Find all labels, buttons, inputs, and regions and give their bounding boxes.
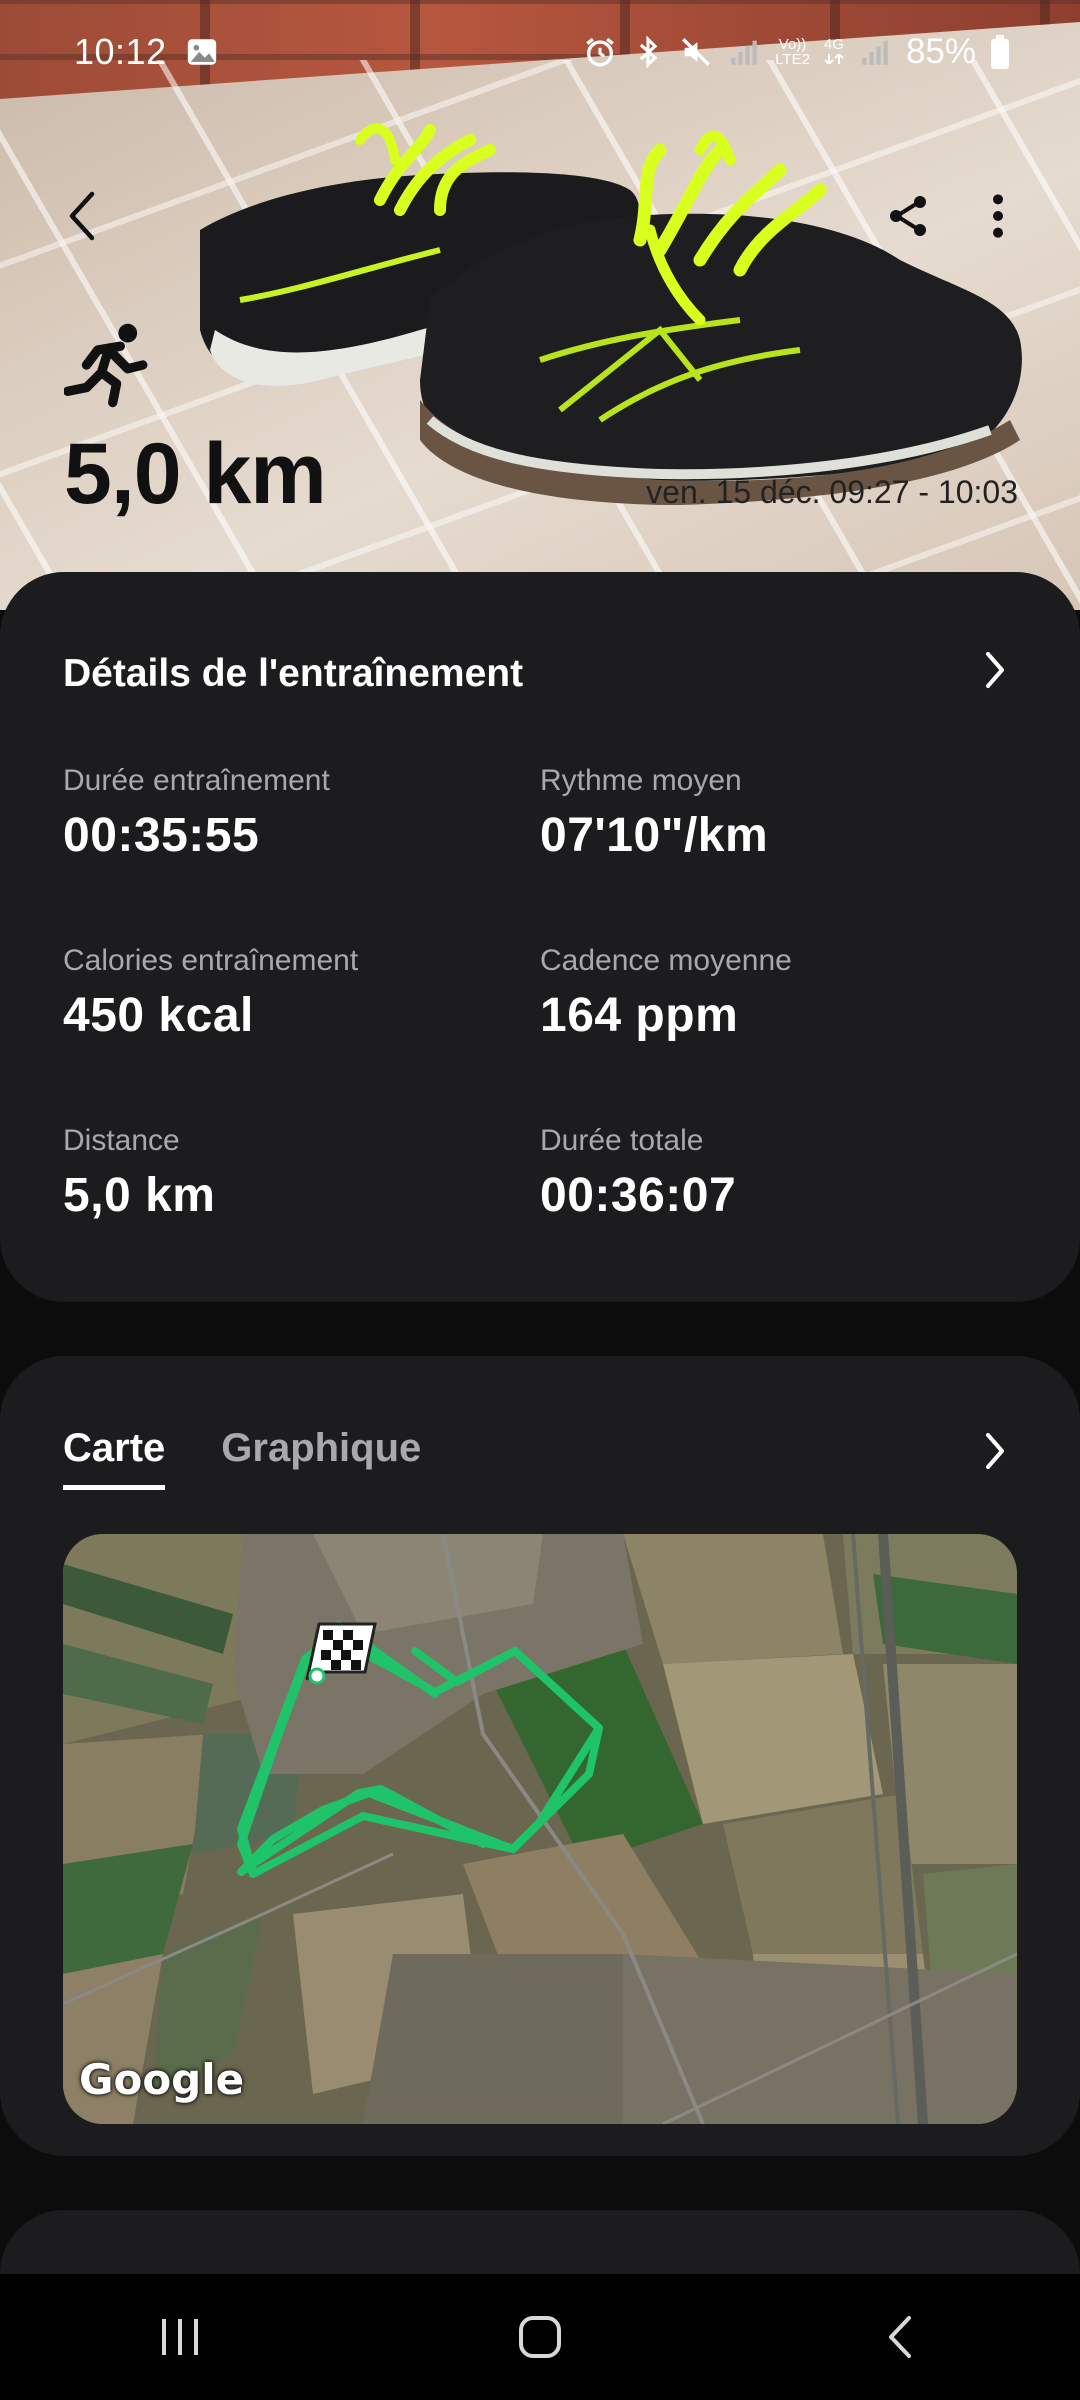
nav-home-icon <box>519 2316 561 2358</box>
stat-label: Distance <box>63 1124 180 1157</box>
nav-home-button[interactable] <box>480 2297 600 2377</box>
stat-value: 5,0 km <box>63 1169 216 1222</box>
chevron-right-icon <box>986 1433 1004 1469</box>
battery-percent: 85% <box>905 32 976 71</box>
stat-value: 00:36:07 <box>540 1169 737 1222</box>
runner-icon <box>64 323 148 408</box>
alarm-icon <box>586 37 614 67</box>
chevron-right-icon <box>986 652 1004 688</box>
system-navigation-bar <box>0 2274 1080 2400</box>
stat-value: 450 kcal <box>63 989 254 1042</box>
bluetooth-icon <box>640 35 658 69</box>
more-vert-icon <box>993 194 1003 238</box>
map-open-button[interactable] <box>970 1426 1020 1476</box>
share-icon <box>890 196 926 236</box>
back-icon <box>69 191 95 241</box>
map-tabs: Carte Graphique <box>63 1426 421 1490</box>
hero-photo: 10:12 Vo)) LTE2 4G 85% 5,0 km ven. 15 dé… <box>0 0 1080 610</box>
map-card: Carte Graphique Google <box>0 1356 1080 2156</box>
signal-icon-2 <box>862 40 888 65</box>
stat-distance: Distance 5,0 km <box>63 1124 523 1223</box>
tab-map[interactable]: Carte <box>63 1426 166 1490</box>
details-open-button[interactable] <box>970 645 1020 695</box>
stat-label: Durée entraînement <box>63 764 330 797</box>
status-time: 10:12 <box>74 31 167 72</box>
tab-chart[interactable]: Graphique <box>221 1426 421 1490</box>
stat-label: Calories entraînement <box>63 944 359 977</box>
stat-value: 07'10"/km <box>540 809 769 862</box>
stat-calories: Calories entraînement 450 kcal <box>63 944 523 1043</box>
stat-label: Rythme moyen <box>540 764 742 797</box>
stat-cadence: Cadence moyenne 164 ppm <box>540 944 1000 1043</box>
network-4g: 4G <box>824 37 844 67</box>
nav-recents-icon <box>162 2319 198 2355</box>
details-title: Détails de l'entraînement <box>63 652 524 695</box>
share-button[interactable] <box>876 184 940 248</box>
stat-value: 164 ppm <box>540 989 739 1042</box>
gallery-notification-icon <box>187 39 216 65</box>
workout-date-range: ven. 15 déc. 09:27 - 10:03 <box>646 474 1018 510</box>
finish-flag-icon <box>305 1622 377 1685</box>
stat-label: Durée totale <box>540 1124 704 1157</box>
mute-icon <box>682 38 711 66</box>
workout-details-card: Détails de l'entraînement Durée entraîne… <box>0 572 1080 1302</box>
stat-value: 00:35:55 <box>63 809 260 862</box>
stat-average-pace: Rythme moyen 07'10"/km <box>540 764 1000 863</box>
stat-total-duration: Durée totale 00:36:07 <box>540 1124 1000 1223</box>
more-options-button[interactable] <box>966 184 1030 248</box>
nav-back-icon <box>889 2316 911 2358</box>
stat-label: Cadence moyenne <box>540 944 792 977</box>
battery-icon <box>991 35 1009 69</box>
stat-workout-duration: Durée entraînement 00:35:55 <box>63 764 523 863</box>
status-bar: 10:12 Vo)) LTE2 4G 85% <box>0 0 1080 104</box>
nav-back-button[interactable] <box>840 2297 960 2377</box>
signal-icon <box>731 40 757 65</box>
back-button[interactable] <box>50 184 114 248</box>
nav-recents-button[interactable] <box>120 2297 240 2377</box>
google-logo: Google <box>79 2055 245 2104</box>
network-type: Vo)) LTE2 <box>775 36 810 68</box>
satellite-map-image <box>63 1534 1017 2124</box>
route-map[interactable]: Google <box>63 1534 1017 2124</box>
hero-distance: 5,0 km <box>64 426 327 522</box>
